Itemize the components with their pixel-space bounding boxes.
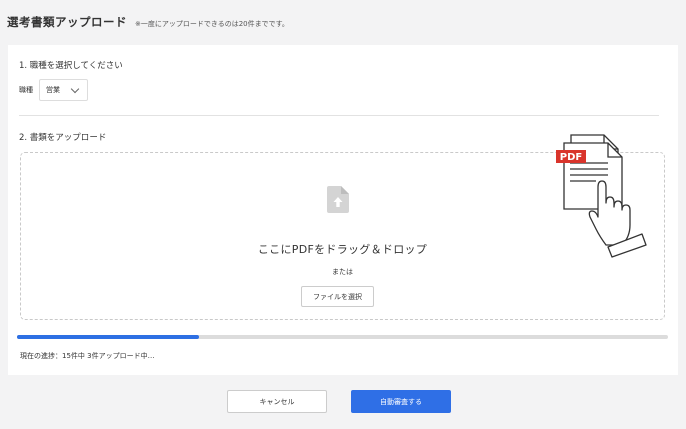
chevron-down-icon (70, 84, 80, 94)
job-type-selected-value: 営業 (46, 86, 60, 94)
upload-progress-fill (17, 335, 200, 339)
progress-status-text: 現在の進捗：15件中 3件アップロード中… (20, 352, 155, 360)
file-upload-icon (327, 186, 349, 213)
page-header: 選考書類アップロード ※一度にアップロードできるのは20件までです。 (7, 14, 289, 34)
upload-limit-note: ※一度にアップロードできるのは20件までです。 (135, 20, 289, 28)
cancel-button[interactable]: キャンセル (227, 390, 327, 413)
section-divider (19, 115, 659, 116)
step1-title: 1. 職種を選択してください (19, 61, 123, 71)
step2-title: 2. 書類をアップロード (19, 133, 107, 143)
job-type-select[interactable]: 営業 (39, 79, 88, 101)
pdf-drag-illustration: PDF (556, 134, 647, 258)
job-type-label: 職種 (19, 86, 33, 94)
upload-progress-bar (17, 335, 668, 339)
page-title: 選考書類アップロード (7, 15, 127, 29)
select-file-button[interactable]: ファイルを選択 (301, 286, 374, 307)
upload-card: 1. 職種を選択してください 職種 営業 2. 書類をアップロード ここにPDF… (8, 45, 678, 375)
auto-review-button[interactable]: 自動審査する (351, 390, 451, 413)
pdf-badge-label: PDF (560, 152, 582, 163)
or-separator-text: または (332, 268, 353, 276)
